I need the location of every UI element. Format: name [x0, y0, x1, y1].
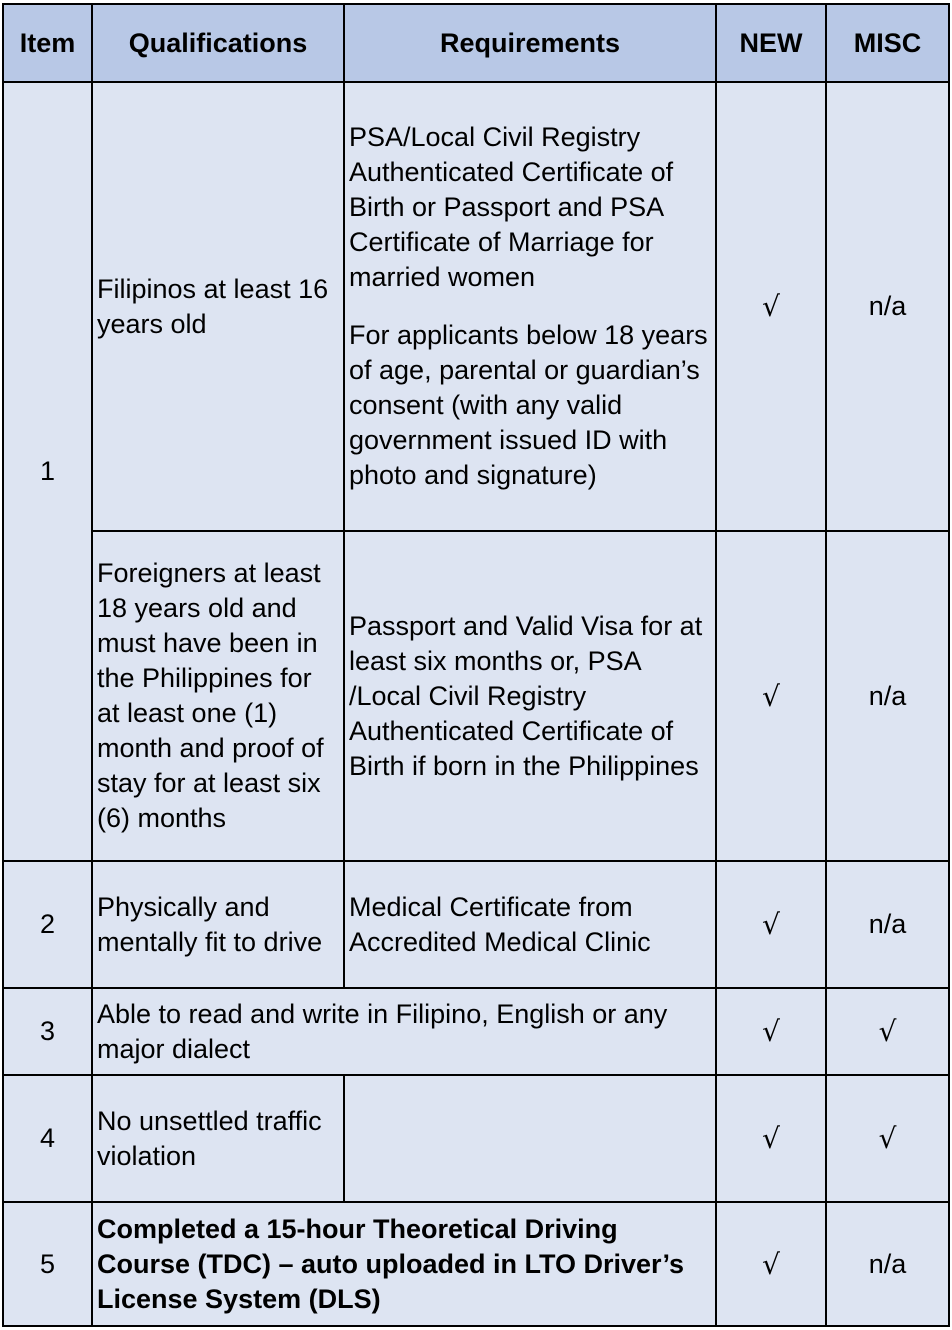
table-row: 1 Filipinos at least 16 years old PSA/Lo… [2, 81, 950, 862]
requirement-text: Passport and Valid Visa for at least six… [349, 610, 703, 781]
new-check: √ [715, 1201, 827, 1327]
item-number: 1 [2, 81, 93, 862]
qualification-cell: Physically and mentally fit to drive [91, 860, 345, 989]
header-requirements: Requirements [343, 3, 717, 83]
requirement-text: PSA/Local Civil Registry Authenticated C… [349, 122, 674, 292]
table-row: 5 Completed a 15-hour Theoretical Drivin… [2, 1201, 950, 1327]
new-check: √ [715, 987, 827, 1076]
item-number: 2 [2, 860, 93, 989]
header-misc: MISC [825, 3, 950, 83]
item-number: 5 [2, 1201, 93, 1327]
misc-value: n/a [825, 81, 950, 532]
table-row: 3 Able to read and write in Filipino, En… [2, 987, 950, 1076]
new-check: √ [715, 860, 827, 989]
misc-value: n/a [825, 1201, 950, 1327]
requirements-cell [343, 1074, 717, 1203]
misc-check: √ [825, 987, 950, 1076]
header-new: NEW [715, 3, 827, 83]
requirements-table: Item Qualifications Requirements NEW MIS… [2, 3, 950, 1327]
new-check: √ [715, 530, 827, 862]
qualification-cell: Foreigners at least 18 years old and mus… [91, 530, 345, 862]
qualification-cell: No unsettled traffic violation [91, 1074, 345, 1203]
item-number: 4 [2, 1074, 93, 1203]
new-check: √ [715, 81, 827, 532]
qualification-cell: Completed a 15-hour Theoretical Driving … [91, 1201, 717, 1327]
item-number: 3 [2, 987, 93, 1076]
table-row: Foreigners at least 18 years old and mus… [3, 530, 950, 862]
misc-value: n/a [825, 530, 950, 862]
misc-value: n/a [825, 860, 950, 989]
table-row: 2 Physically and mentally fit to drive M… [2, 860, 950, 989]
requirements-cell: Medical Certificate from Accredited Medi… [343, 860, 717, 989]
header-qualifications: Qualifications [91, 3, 345, 83]
requirement-text: For applicants below 18 years of age, pa… [349, 320, 708, 490]
header-row: Item Qualifications Requirements NEW MIS… [2, 3, 950, 83]
qualification-cell: Filipinos at least 16 years old [91, 81, 345, 532]
header-item: Item [2, 3, 93, 83]
requirements-cell: Passport and Valid Visa for at least six… [343, 530, 717, 862]
new-check: √ [715, 1074, 827, 1203]
misc-check: √ [825, 1074, 950, 1203]
requirements-cell: PSA/Local Civil Registry Authenticated C… [343, 81, 717, 532]
table-row: 4 No unsettled traffic violation √ √ [2, 1074, 950, 1203]
qualification-cell: Able to read and write in Filipino, Engl… [91, 987, 717, 1076]
